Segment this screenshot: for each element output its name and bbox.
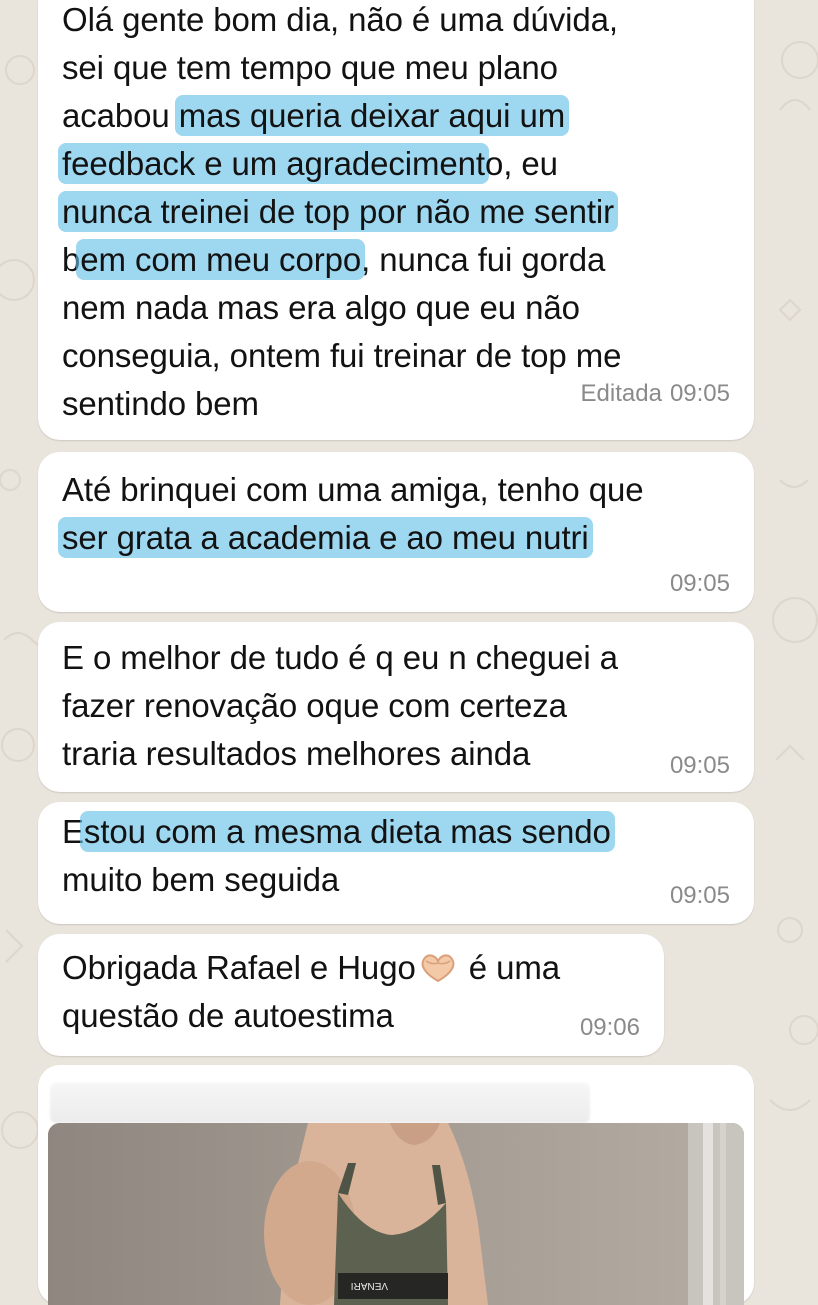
message-text-line: nem nada mas era algo que eu não [62, 284, 580, 332]
message-text-line: acabou mas queria deixar aqui um [62, 92, 570, 140]
highlighted-text: nunca treinei de top por não me sentir [58, 191, 619, 232]
highlighted-text: feedback e um agradeciment [58, 143, 489, 184]
highlighted-text: mas queria deixar aqui um [174, 95, 570, 136]
message-text-line: ser grata a academia e ao meu nutri [58, 514, 593, 562]
message-bubble[interactable]: Estou com a mesma dieta mas sendo muito b… [38, 802, 754, 924]
message-bubble[interactable]: Até brinquei com uma amiga, tenho que ser… [38, 452, 754, 612]
gym-selfie-illustration: VENARI [48, 1123, 744, 1305]
message-text-line: E o melhor de tudo é q eu n cheguei a [62, 634, 618, 682]
message-text: Até brinquei com uma amiga, tenho que [62, 471, 644, 508]
message-text-line: Estou com a mesma dieta mas sendo [62, 808, 615, 856]
message-time: 09:05 [669, 570, 730, 597]
message-meta: 09:05 [670, 752, 730, 780]
message-text: , nunca fui gorda [361, 241, 606, 278]
message-time: 09:06 [579, 1014, 640, 1041]
highlighted-text: ser grata a academia e ao meu nutri [58, 517, 593, 558]
message-meta: 09:06 [580, 1014, 640, 1042]
gym-selfie-image[interactable]: VENARI [48, 1123, 744, 1305]
message-text: sentindo bem [62, 385, 259, 422]
message-text-line: sei que tem tempo que meu plano [62, 44, 558, 92]
message-text-line: sentindo bem [62, 380, 259, 428]
blurred-sender-name [50, 1083, 590, 1123]
message-time: 09:05 [669, 882, 730, 909]
highlighted-text: stou com a mesma dieta mas sendo [79, 811, 615, 852]
message-text: nem nada mas era algo que eu não [62, 289, 580, 326]
message-bubble[interactable]: Olá gente bom dia, não é uma dúvida, sei … [38, 0, 754, 440]
heart-hands-icon [421, 954, 455, 983]
message-text-line: bem com meu corpo, nunca fui gorda [62, 236, 605, 284]
message-text: muito bem seguida [62, 861, 340, 898]
highlighted-text: em com meu corpo [76, 239, 366, 280]
message-text-line: conseguia, ontem fui treinar de top me [62, 332, 621, 380]
message-text: questão de autoestima [62, 997, 394, 1034]
edited-label: Editada [580, 380, 662, 407]
message-meta: Editada 09:05 [581, 380, 730, 408]
message-text-line: muito bem seguida [62, 856, 339, 904]
message-text: Olá gente bom dia, não é uma dúvida, [62, 1, 618, 38]
message-text-line: questão de autoestima [62, 992, 394, 1040]
message-time: 09:05 [669, 380, 730, 407]
message-text: fazer renovação oque com certeza [62, 687, 567, 724]
message-meta: 09:05 [670, 882, 730, 910]
message-text: o, eu [484, 145, 558, 182]
message-text: traria resultados melhores ainda [62, 735, 531, 772]
message-text: E o melhor de tudo é q eu n cheguei a [62, 639, 618, 676]
message-text-line: nunca treinei de top por não me sentir [58, 188, 619, 236]
message-text: é uma [459, 949, 560, 986]
message-text: sei que tem tempo que meu plano [62, 49, 558, 86]
message-text-line: Olá gente bom dia, não é uma dúvida, [62, 0, 618, 44]
message-text-line: fazer renovação oque com certeza [62, 682, 567, 730]
message-text-line: feedback e um agradecimento, eu [58, 140, 558, 188]
message-text: conseguia, ontem fui treinar de top me [62, 337, 622, 374]
photo-message[interactable]: VENARI [38, 1065, 754, 1305]
message-text-line: Obrigada Rafael e Hugo é uma [62, 944, 560, 992]
brand-label: VENARI [351, 1280, 388, 1291]
message-text-line: traria resultados melhores ainda [62, 730, 530, 778]
message-bubble[interactable]: E o melhor de tudo é q eu n cheguei a faz… [38, 622, 754, 792]
message-text: acabou [62, 97, 179, 134]
message-bubble[interactable]: Obrigada Rafael e Hugo é uma questão de a… [38, 934, 664, 1056]
message-meta: 09:05 [670, 570, 730, 598]
message-text: Obrigada Rafael e Hugo [62, 949, 416, 986]
message-text-line: Até brinquei com uma amiga, tenho que [62, 466, 644, 514]
message-time: 09:05 [669, 752, 730, 779]
